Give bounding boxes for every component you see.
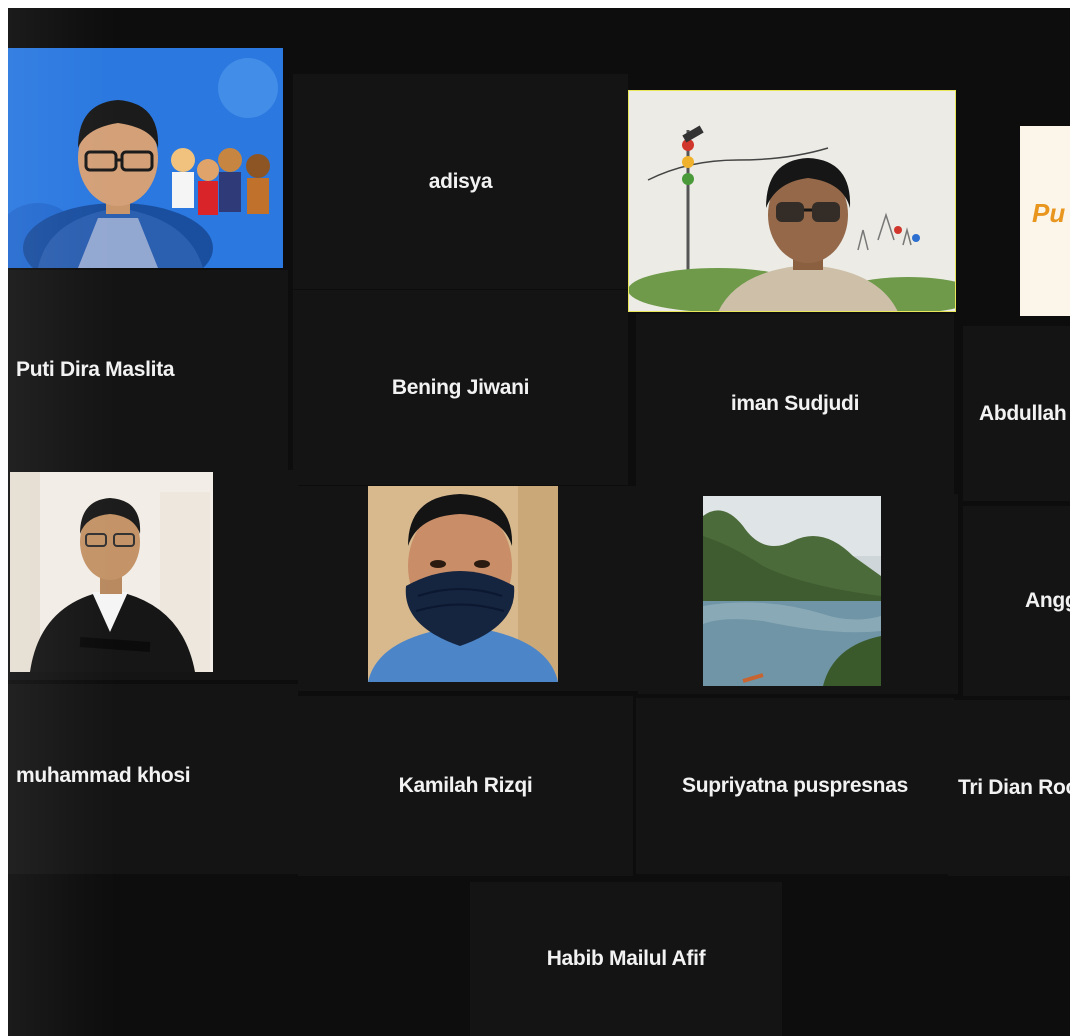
participant-video bbox=[703, 496, 881, 686]
participant-name: Bening Jiwani bbox=[391, 375, 530, 399]
tile-puti-name[interactable]: Puti Dira Maslita bbox=[8, 270, 288, 470]
background-logo-text: Pu bbox=[1032, 198, 1066, 228]
participant-video bbox=[368, 486, 558, 682]
tile-muhammad-name[interactable]: muhammad khosi bbox=[8, 684, 298, 874]
tile-abdullah[interactable]: Abdullah bbox=[963, 326, 1070, 501]
tile-iman-name[interactable]: iman Sudjudi bbox=[636, 314, 954, 494]
participant-name: Supriyatna puspresnas bbox=[682, 774, 908, 797]
tile-video-supriyatna[interactable] bbox=[638, 494, 958, 694]
tile-supriyatna-name[interactable]: Supriyatna puspresnas bbox=[636, 698, 954, 874]
participant-name: Tri Dian Roc bbox=[958, 776, 1070, 799]
tile-abdullah-video[interactable]: Pu bbox=[1020, 126, 1070, 316]
tile-video-puti[interactable] bbox=[8, 48, 283, 268]
island-landscape-icon bbox=[703, 496, 881, 686]
tile-habib[interactable]: Habib Mailul Afif bbox=[470, 882, 782, 1036]
participant-video bbox=[10, 472, 213, 672]
participant-name: Abdullah bbox=[979, 401, 1067, 425]
tile-tri-dian[interactable]: Tri Dian Roc bbox=[948, 700, 1070, 876]
tile-kamilah-name[interactable]: Kamilah Rizqi bbox=[298, 696, 633, 876]
participant-video-active-speaker bbox=[628, 90, 956, 312]
participant-name: Kamilah Rizqi bbox=[398, 774, 533, 797]
participant-video bbox=[8, 48, 283, 268]
participant-name: iman Sudjudi bbox=[730, 392, 860, 415]
tile-adisya[interactable]: adisya bbox=[293, 74, 628, 289]
participant-name: Puti Dira Maslita bbox=[16, 358, 175, 381]
tile-angg[interactable]: Angg bbox=[963, 506, 1070, 696]
tile-video-iman[interactable] bbox=[628, 90, 956, 312]
meeting-screen: adisya Pu Puti Dira Maslita Bening Jiwan… bbox=[8, 8, 1070, 1036]
tile-bening[interactable]: Bening Jiwani bbox=[293, 290, 628, 485]
participant-name: Angg bbox=[1025, 589, 1070, 612]
video-gallery: adisya Pu Puti Dira Maslita Bening Jiwan… bbox=[8, 8, 1070, 1036]
tile-video-kamilah[interactable] bbox=[298, 486, 638, 691]
participant-name: Habib Mailul Afif bbox=[546, 947, 706, 970]
tile-video-muhammad[interactable] bbox=[8, 470, 298, 680]
participant-name: muhammad khosi bbox=[16, 764, 191, 787]
participant-name: adisya bbox=[428, 169, 493, 193]
